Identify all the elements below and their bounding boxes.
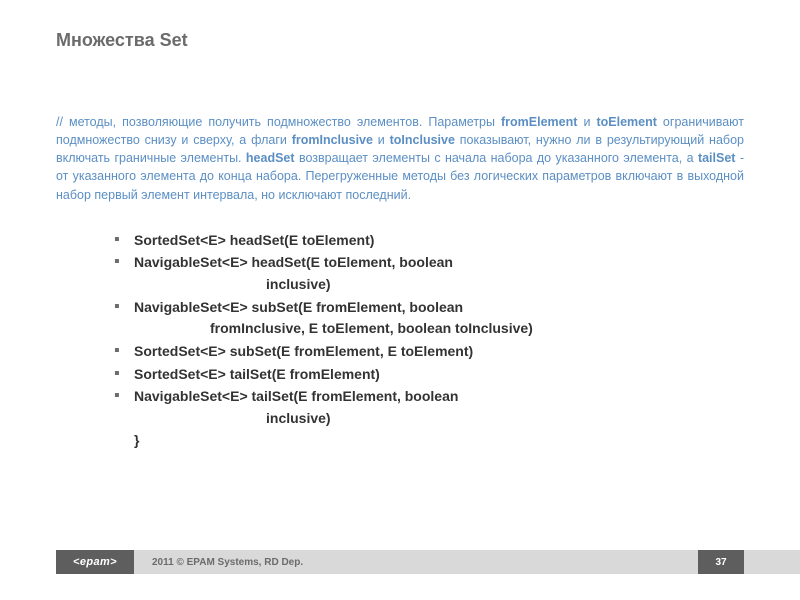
list-item: NavigableSet<E> tailSet(E fromElement, b… (114, 386, 744, 429)
keyword-headset: headSet (246, 151, 295, 165)
keyword-frominclusive: fromInclusive (292, 133, 373, 147)
desc-text: и (577, 115, 596, 129)
method-signature: NavigableSet<E> headSet(E toElement, boo… (134, 254, 453, 270)
method-signature: SortedSet<E> tailSet(E fromElement) (134, 366, 380, 382)
slide: Множества Set // методы, позволяющие пол… (0, 0, 800, 600)
method-signature: NavigableSet<E> subSet(E fromElement, bo… (134, 299, 463, 315)
list-item: SortedSet<E> subSet(E fromElement, E toE… (114, 341, 744, 363)
keyword-tailset: tailSet (698, 151, 736, 165)
method-signature-cont: inclusive) (134, 408, 744, 430)
keyword-toelement: toElement (596, 115, 656, 129)
list-item: SortedSet<E> headSet(E toElement) (114, 230, 744, 252)
method-signature-cont: inclusive) (134, 274, 744, 296)
method-signature: SortedSet<E> subSet(E fromElement, E toE… (134, 343, 473, 359)
logo: <epam> (56, 550, 134, 574)
footer-gap-left (0, 550, 56, 574)
list-item: NavigableSet<E> subSet(E fromElement, bo… (114, 297, 744, 340)
desc-text: // методы, позволяющие получить подмноже… (56, 115, 501, 129)
desc-text: возвращает элементы с начала набора до у… (295, 151, 698, 165)
footer-bar: <epam> 2011 © EPAM Systems, RD Dep. 37 (0, 550, 800, 574)
page-number: 37 (698, 550, 744, 574)
footer-gap-right (744, 550, 800, 574)
copyright: 2011 © EPAM Systems, RD Dep. (134, 550, 698, 574)
page-title: Множества Set (56, 30, 744, 51)
method-signature: NavigableSet<E> tailSet(E fromElement, b… (134, 388, 458, 404)
list-item: SortedSet<E> tailSet(E fromElement) (114, 364, 744, 386)
keyword-fromelement: fromElement (501, 115, 577, 129)
keyword-toinclusive: toInclusive (390, 133, 455, 147)
description-paragraph: // методы, позволяющие получить подмноже… (56, 113, 744, 204)
desc-text: и (373, 133, 390, 147)
method-signature: SortedSet<E> headSet(E toElement) (134, 232, 374, 248)
list-item: NavigableSet<E> headSet(E toElement, boo… (114, 252, 744, 295)
method-list: SortedSet<E> headSet(E toElement) Naviga… (56, 230, 744, 430)
close-brace: } (56, 432, 744, 448)
method-signature-cont: fromInclusive, E toElement, boolean toIn… (134, 318, 744, 340)
